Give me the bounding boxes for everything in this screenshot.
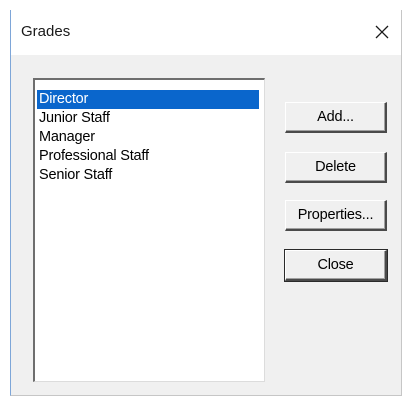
- list-item[interactable]: Junior Staff: [37, 109, 259, 128]
- list-item[interactable]: Professional Staff: [37, 147, 259, 166]
- grades-dialog: Grades Director Junior Staff Manager Pro…: [10, 10, 402, 396]
- window-title: Grades: [21, 23, 71, 40]
- close-icon: [375, 25, 389, 39]
- close-button[interactable]: Close: [284, 249, 388, 282]
- list-item[interactable]: Manager: [37, 128, 259, 147]
- delete-button[interactable]: Delete: [285, 152, 387, 183]
- list-item[interactable]: Director: [37, 90, 259, 109]
- title-bar[interactable]: Grades: [11, 10, 401, 55]
- list-item[interactable]: Senior Staff: [37, 166, 259, 185]
- add-button[interactable]: Add...: [285, 102, 387, 133]
- grades-list: Director Junior Staff Manager Profession…: [35, 80, 264, 185]
- properties-button[interactable]: Properties...: [285, 200, 387, 231]
- close-window-button[interactable]: [369, 19, 395, 45]
- grades-listbox[interactable]: Director Junior Staff Manager Profession…: [33, 78, 265, 382]
